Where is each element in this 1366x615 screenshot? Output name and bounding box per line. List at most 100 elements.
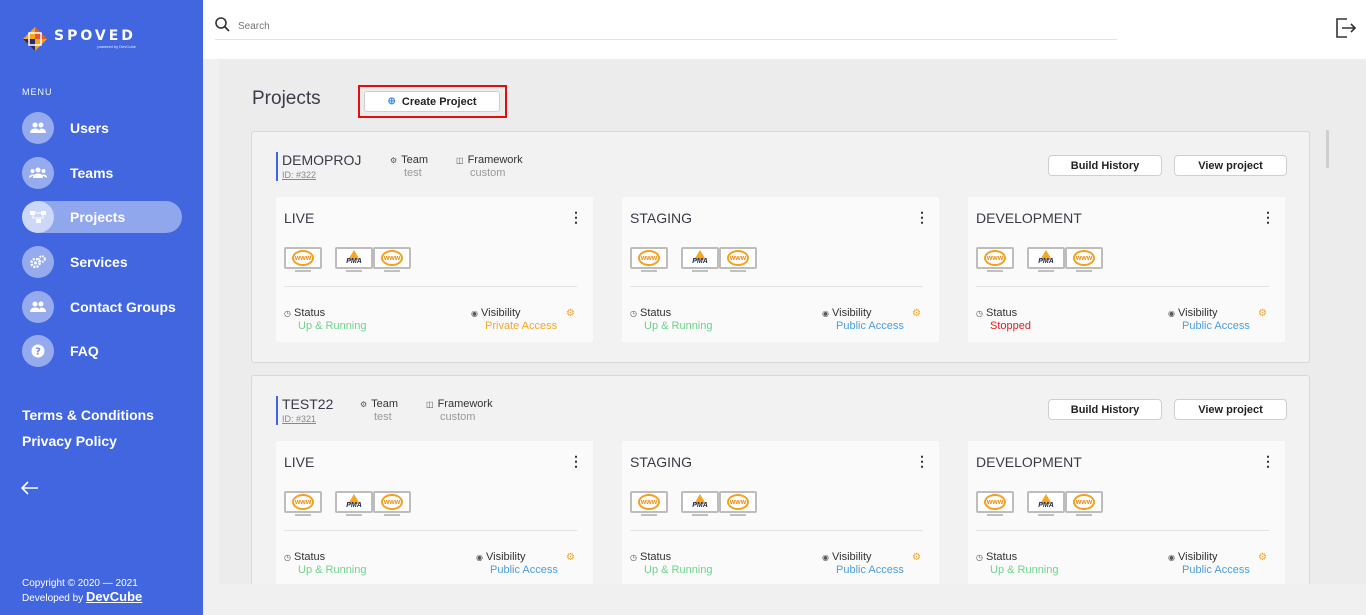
project-name[interactable]: TEST22 bbox=[282, 396, 333, 412]
status-label: Status bbox=[985, 551, 1018, 563]
collapse-sidebar-arrow-icon[interactable] bbox=[20, 478, 39, 501]
logo-mark-icon bbox=[22, 26, 48, 52]
terms-link[interactable]: Terms & Conditions bbox=[22, 407, 154, 423]
www-monitor-icon[interactable]: www bbox=[1065, 247, 1103, 273]
www-monitor-icon[interactable]: www bbox=[630, 247, 668, 273]
sidebar-item-users[interactable]: Users bbox=[22, 112, 182, 144]
search-icon[interactable] bbox=[215, 16, 230, 37]
settings-gear-icon[interactable]: ⚙ bbox=[1258, 308, 1267, 319]
view-project-button[interactable]: View project bbox=[1174, 399, 1287, 420]
status-label: Status bbox=[293, 551, 326, 563]
project-team: ⚙ Team test bbox=[360, 398, 398, 423]
build-history-button[interactable]: Build History bbox=[1048, 399, 1162, 420]
environment-card-staging: STAGING ⋮ www PMA www ◷ Status Up & Runni… bbox=[622, 197, 939, 342]
create-project-label: Create Project bbox=[401, 95, 477, 108]
kebab-menu-icon[interactable]: ⋮ bbox=[569, 209, 583, 226]
settings-gear-icon[interactable]: ⚙ bbox=[566, 308, 575, 319]
teams-icon bbox=[22, 156, 54, 189]
eye-icon: ◉ bbox=[471, 309, 478, 318]
environment-name: DEVELOPMENT bbox=[976, 210, 1082, 226]
status-icon: ◷ bbox=[284, 553, 291, 562]
www-monitor-icon[interactable]: www bbox=[719, 491, 757, 517]
eye-icon: ◉ bbox=[1168, 309, 1175, 318]
environment-status: ◷ Status Up & Running bbox=[284, 307, 367, 332]
team-label: Team bbox=[371, 398, 399, 410]
sidebar-item-projects[interactable]: Projects bbox=[22, 201, 182, 234]
www-monitor-icon[interactable]: www bbox=[373, 491, 411, 517]
kebab-menu-icon[interactable]: ⋮ bbox=[569, 453, 583, 470]
sidebar-item-services[interactable]: Services bbox=[22, 246, 182, 279]
kebab-menu-icon[interactable]: ⋮ bbox=[915, 453, 929, 470]
www-monitor-icon[interactable]: www bbox=[719, 247, 757, 273]
search-input[interactable] bbox=[238, 21, 1098, 32]
pma-monitor-icon[interactable]: PMA bbox=[681, 491, 719, 517]
view-project-button[interactable]: View project bbox=[1174, 155, 1287, 176]
visibility-value: Public Access bbox=[1182, 320, 1250, 332]
sidebar-item-teams[interactable]: Teams bbox=[22, 156, 182, 189]
visibility-value: Private Access bbox=[485, 320, 558, 332]
project-id[interactable]: ID: #322 bbox=[282, 170, 361, 181]
environment-services: www PMA www bbox=[630, 247, 757, 273]
kebab-menu-icon[interactable]: ⋮ bbox=[1261, 453, 1275, 470]
sidebar-item-label: Contact Groups bbox=[70, 298, 176, 315]
status-icon: ◷ bbox=[976, 309, 983, 318]
pma-monitor-icon[interactable]: PMA bbox=[335, 247, 373, 273]
create-project-button[interactable]: ⊕ Create Project bbox=[364, 91, 500, 112]
environment-visibility: ◉ Visibility Public Access bbox=[822, 307, 904, 332]
www-monitor-icon[interactable]: www bbox=[284, 491, 322, 517]
visibility-label: Visibility bbox=[480, 307, 521, 319]
divider bbox=[976, 530, 1269, 531]
visibility-label: Visibility bbox=[1177, 551, 1218, 563]
www-monitor-icon[interactable]: www bbox=[373, 247, 411, 273]
sidebar-item-contact-groups[interactable]: Contact Groups bbox=[22, 290, 182, 323]
environment-status: ◷ Status Stopped bbox=[976, 307, 1031, 332]
visibility-value: Public Access bbox=[1182, 564, 1250, 576]
sidebar-item-label: Projects bbox=[70, 209, 126, 226]
search-bar bbox=[215, 14, 1117, 40]
kebab-menu-icon[interactable]: ⋮ bbox=[1261, 209, 1275, 226]
settings-gear-icon[interactable]: ⚙ bbox=[912, 308, 921, 319]
eye-icon: ◉ bbox=[822, 553, 829, 562]
devcube-link[interactable]: DevCube bbox=[86, 589, 142, 604]
pma-monitor-icon[interactable]: PMA bbox=[1027, 247, 1065, 273]
pma-monitor-icon[interactable]: PMA bbox=[1027, 491, 1065, 517]
www-monitor-icon[interactable]: www bbox=[976, 491, 1014, 517]
environment-card-live: LIVE ⋮ www PMA www ◷ Status Up & Running … bbox=[276, 197, 593, 342]
environment-services: www PMA www bbox=[976, 247, 1103, 273]
sidebar-item-faq[interactable]: ? FAQ bbox=[22, 335, 182, 368]
environment-card-development: DEVELOPMENT ⋮ www PMA www ◷ Status Up & R… bbox=[968, 441, 1285, 586]
www-monitor-icon[interactable]: www bbox=[976, 247, 1014, 273]
pma-monitor-icon[interactable]: PMA bbox=[681, 247, 719, 273]
divider bbox=[284, 530, 577, 531]
visibility-label: Visibility bbox=[1177, 307, 1218, 319]
status-value: Stopped bbox=[990, 320, 1031, 332]
logout-icon[interactable] bbox=[1335, 18, 1357, 43]
spoved-logo[interactable]: SPOVED powered by DevCube bbox=[22, 26, 136, 52]
brand-tagline: powered by DevCube bbox=[97, 44, 136, 49]
project-id[interactable]: ID: #321 bbox=[282, 414, 333, 425]
environment-visibility: ◉ Visibility Public Access bbox=[822, 551, 904, 576]
settings-gear-icon[interactable]: ⚙ bbox=[566, 552, 575, 563]
www-monitor-icon[interactable]: www bbox=[1065, 491, 1103, 517]
www-monitor-icon[interactable]: www bbox=[284, 247, 322, 273]
sidebar: SPOVED powered by DevCube MENU Users Tea… bbox=[0, 0, 203, 615]
sidebar-links: Terms & Conditions Privacy Policy bbox=[22, 407, 154, 459]
sidebar-item-label: FAQ bbox=[70, 343, 99, 360]
scrollbar[interactable] bbox=[1326, 130, 1329, 168]
build-history-button[interactable]: Build History bbox=[1048, 155, 1162, 176]
team-label: Team bbox=[401, 154, 429, 166]
kebab-menu-icon[interactable]: ⋮ bbox=[915, 209, 929, 226]
settings-gear-icon[interactable]: ⚙ bbox=[1258, 552, 1267, 563]
sidebar-menu: Users Teams Projects Services Contact Gr… bbox=[22, 112, 182, 380]
divider bbox=[630, 286, 923, 287]
settings-gear-icon[interactable]: ⚙ bbox=[912, 552, 921, 563]
plus-circle-icon: ⊕ bbox=[387, 96, 396, 107]
developed-by-text: Developed by bbox=[22, 593, 86, 604]
project-name[interactable]: DEMOPROJ bbox=[282, 152, 361, 168]
team-value: test bbox=[404, 167, 422, 179]
privacy-link[interactable]: Privacy Policy bbox=[22, 433, 154, 449]
www-monitor-icon[interactable]: www bbox=[630, 491, 668, 517]
pma-monitor-icon[interactable]: PMA bbox=[335, 491, 373, 517]
status-value: Up & Running bbox=[298, 320, 367, 332]
team-icon: ⚙ bbox=[390, 156, 398, 165]
